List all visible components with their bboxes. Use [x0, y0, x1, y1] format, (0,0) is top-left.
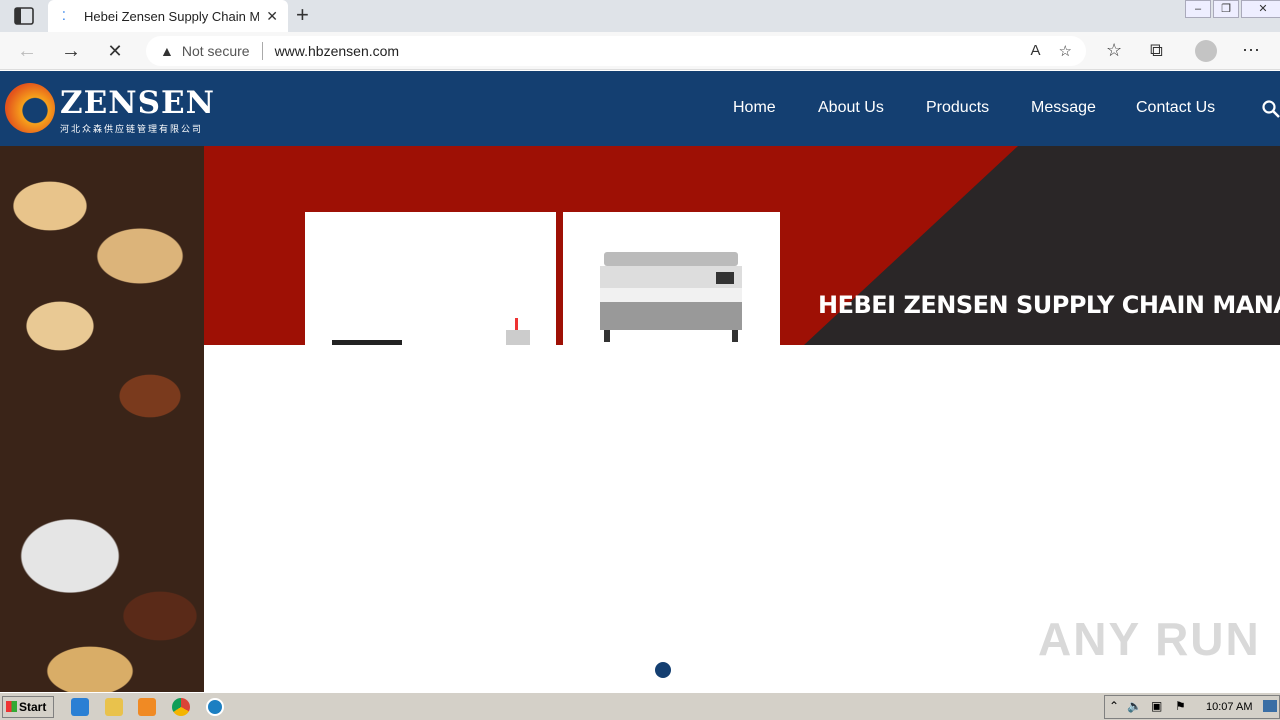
product-machine-icon [332, 318, 530, 345]
nav-about-us[interactable]: About Us [818, 99, 884, 117]
back-icon[interactable]: ← [14, 39, 40, 63]
nav-message[interactable]: Message [1031, 99, 1096, 117]
window-close-icon[interactable]: ✕ [1241, 0, 1280, 18]
stop-loading-icon[interactable]: ✕ [102, 39, 128, 63]
browser-tab-bar: ⁚ Hebei Zensen Supply Chain Man ✕ + – ❐ … [0, 0, 1280, 32]
search-icon[interactable] [1262, 100, 1280, 118]
omnibox[interactable]: ▲ Not secure www.hbzensen.com A ☆ [146, 36, 1086, 66]
flag-icon[interactable]: ⚑ [1175, 699, 1186, 713]
browser-tab[interactable]: ⁚ Hebei Zensen Supply Chain Man ✕ [48, 0, 288, 32]
show-desktop-icon[interactable] [1263, 700, 1277, 712]
add-favorite-icon[interactable]: ☆ [1059, 42, 1072, 60]
address-bar-row: ← → ✕ ▲ Not secure www.hbzensen.com A ☆ … [0, 32, 1280, 70]
system-tray: ⌃ 🔈 ▣ ⚑ [1104, 695, 1280, 719]
not-secure-label[interactable]: Not secure [182, 43, 250, 59]
tab-actions-icon[interactable] [14, 7, 34, 25]
chrome-icon[interactable] [172, 698, 190, 716]
hero-title: HEBEI ZENSEN SUPPLY CHAIN MANAGEME [818, 291, 1280, 319]
folder-icon[interactable] [105, 698, 123, 716]
loading-spinner-icon: ⁚ [62, 9, 66, 23]
product-card-2[interactable] [563, 212, 780, 345]
taskbar: Start ⌃ 🔈 ▣ ⚑ 10:07 AM [0, 692, 1280, 720]
start-label: Start [19, 700, 47, 714]
media-player-icon[interactable] [138, 698, 156, 716]
nav-home[interactable]: Home [733, 99, 776, 117]
tab-title: Hebei Zensen Supply Chain Man [84, 8, 259, 24]
tab-close-icon[interactable]: ✕ [266, 8, 278, 25]
forward-icon[interactable]: → [58, 39, 84, 63]
ie-icon[interactable] [71, 698, 89, 716]
tray-expand-icon[interactable]: ⌃ [1109, 699, 1119, 713]
network-icon[interactable]: ▣ [1151, 699, 1162, 713]
windows-flag-icon [6, 701, 17, 712]
url-text[interactable]: www.hbzensen.com [275, 43, 400, 59]
collections-icon[interactable]: ⧉ [1150, 40, 1163, 61]
nuts-photo-background [0, 146, 204, 692]
profile-avatar[interactable] [1195, 40, 1217, 62]
nav-contact-us[interactable]: Contact Us [1136, 99, 1215, 117]
logo-subtitle: 河北众森供应链管理有限公司 [60, 124, 204, 134]
window-controls: – ❐ ✕ [1183, 0, 1280, 18]
restore-icon[interactable]: ❐ [1213, 0, 1239, 18]
site-header: ZENSEN 河北众森供应链管理有限公司 Home About Us Produ… [0, 71, 1280, 146]
clock[interactable]: 10:07 AM [1206, 701, 1252, 713]
new-tab-icon[interactable]: + [296, 4, 309, 26]
product-card-1[interactable] [305, 212, 556, 345]
carousel-dot[interactable] [655, 662, 671, 678]
volume-icon[interactable]: 🔈 [1127, 699, 1142, 713]
minimize-icon[interactable]: – [1185, 0, 1211, 18]
omnibox-separator [261, 42, 263, 60]
read-aloud-icon[interactable]: A [1031, 42, 1041, 60]
nav-products[interactable]: Products [926, 99, 989, 117]
hero-banner[interactable]: HEBEI ZENSEN SUPPLY CHAIN MANAGEME [204, 146, 1280, 345]
start-button[interactable]: Start [2, 696, 54, 718]
more-menu-icon[interactable]: ⋯ [1242, 40, 1260, 61]
edge-icon[interactable] [206, 698, 224, 716]
logo-text[interactable]: ZENSEN [60, 85, 215, 121]
anyrun-watermark: ANY RUN [1038, 613, 1261, 665]
favorites-icon[interactable]: ☆ [1106, 40, 1122, 61]
zensen-logo-icon[interactable] [5, 83, 55, 133]
warning-icon[interactable]: ▲ [160, 43, 174, 59]
color-sorter-machine-icon [600, 252, 742, 342]
omnibox-icons: A ☆ [1031, 42, 1072, 60]
